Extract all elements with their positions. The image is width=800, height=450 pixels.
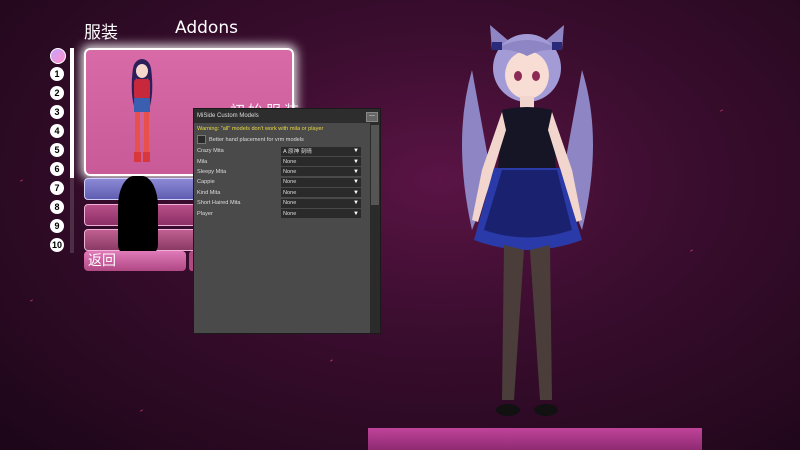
- model-row: Kind Mita None ▼: [197, 188, 363, 198]
- dropdown-arrow-icon: ▼: [353, 189, 359, 196]
- particle: [689, 249, 694, 252]
- minimize-button[interactable]: —: [366, 112, 378, 122]
- model-row: Mila None ▼: [197, 156, 363, 167]
- dropdown-value: A 原神 刻晴: [283, 149, 312, 156]
- dropdown-arrow-icon: ▼: [353, 158, 359, 165]
- tab-addons[interactable]: Addons: [175, 18, 238, 38]
- model-name: Cappie: [197, 179, 215, 186]
- model-name: Mila: [197, 158, 208, 165]
- dropdown-value: None: [283, 189, 297, 196]
- model-name: Sleepy Mita: [197, 168, 227, 175]
- model-row: Sleepy Mita None ▼: [197, 167, 363, 177]
- dropdown-arrow-icon: ▼: [353, 148, 359, 155]
- model-row: Short Haired Mita None ▼: [197, 198, 363, 208]
- character-model: [462, 25, 593, 416]
- dropdown-value: None: [283, 179, 297, 186]
- particle: [329, 359, 334, 362]
- window-scrollbar-thumb[interactable]: [371, 125, 379, 205]
- color-swatch[interactable]: [50, 48, 66, 64]
- back-button[interactable]: 返回: [84, 251, 186, 271]
- dropdown-value: None: [283, 200, 297, 207]
- slot-number-button[interactable]: 10: [50, 238, 64, 252]
- particle: [19, 179, 24, 182]
- model-dropdown[interactable]: None ▼: [281, 198, 361, 208]
- slot-number-button[interactable]: 2: [50, 86, 64, 100]
- window-titlebar[interactable]: MiSide Custom Models —: [194, 109, 380, 123]
- model-name: Short Haired Mita: [197, 200, 241, 207]
- slot-number-button[interactable]: 5: [50, 143, 64, 157]
- dropdown-arrow-icon: ▼: [353, 179, 359, 186]
- warning-text: Warning: "all" models don't work with mi…: [197, 126, 324, 132]
- checkbox[interactable]: [197, 135, 206, 144]
- model-list: Crazy Mita A 原神 刻晴 ▼ Mila None ▼ Sleepy Mi…: [194, 144, 366, 221]
- dropdown-value: None: [283, 210, 297, 217]
- model-dropdown[interactable]: None ▼: [281, 167, 361, 177]
- custom-models-window: MiSide Custom Models — Warning: "all" mo…: [193, 108, 381, 334]
- particle: [719, 109, 724, 112]
- dropdown-value: None: [283, 158, 297, 165]
- slot-number-button[interactable]: 3: [50, 105, 64, 119]
- model-dropdown[interactable]: None ▼: [281, 188, 361, 198]
- particle: [29, 299, 34, 302]
- outfit-silhouette: [118, 176, 158, 252]
- slot-number-button[interactable]: 4: [50, 124, 64, 138]
- slot-number-button[interactable]: 6: [50, 162, 64, 176]
- slot-number-button[interactable]: 7: [50, 181, 64, 195]
- tab-clothes[interactable]: 服装: [84, 18, 118, 43]
- model-name: Kind Mita: [197, 189, 221, 196]
- model-row: Cappie None ▼: [197, 177, 363, 187]
- model-row: Crazy Mita A 原神 刻晴 ▼: [197, 146, 363, 156]
- slot-number-button[interactable]: 1: [50, 67, 64, 81]
- dropdown-arrow-icon: ▼: [353, 168, 359, 175]
- particle: [139, 409, 144, 412]
- model-row: Player None ▼: [197, 208, 363, 219]
- outfit-preview-figure: [131, 59, 153, 162]
- model-name: Crazy Mita: [197, 148, 224, 155]
- model-dropdown[interactable]: None ▼: [281, 209, 361, 219]
- character-stage: [368, 428, 702, 450]
- dropdown-value: None: [283, 168, 297, 175]
- slot-number-button[interactable]: 9: [50, 219, 64, 233]
- model-dropdown[interactable]: None ▼: [281, 177, 361, 187]
- dropdown-arrow-icon: ▼: [353, 210, 359, 217]
- dropdown-arrow-icon: ▼: [353, 200, 359, 207]
- slot-number-button[interactable]: 8: [50, 200, 64, 214]
- model-dropdown[interactable]: A 原神 刻晴 ▼: [281, 146, 361, 156]
- model-dropdown[interactable]: None ▼: [281, 157, 361, 167]
- outfit-scroll-thumb[interactable]: [70, 48, 74, 178]
- window-title: MiSide Custom Models: [197, 113, 259, 119]
- window-scrollbar[interactable]: [370, 123, 380, 333]
- checkbox-label: Better hand placement for vrm models: [209, 136, 304, 143]
- hand-placement-toggle[interactable]: Better hand placement for vrm models: [194, 132, 380, 144]
- model-name: Player: [197, 210, 213, 217]
